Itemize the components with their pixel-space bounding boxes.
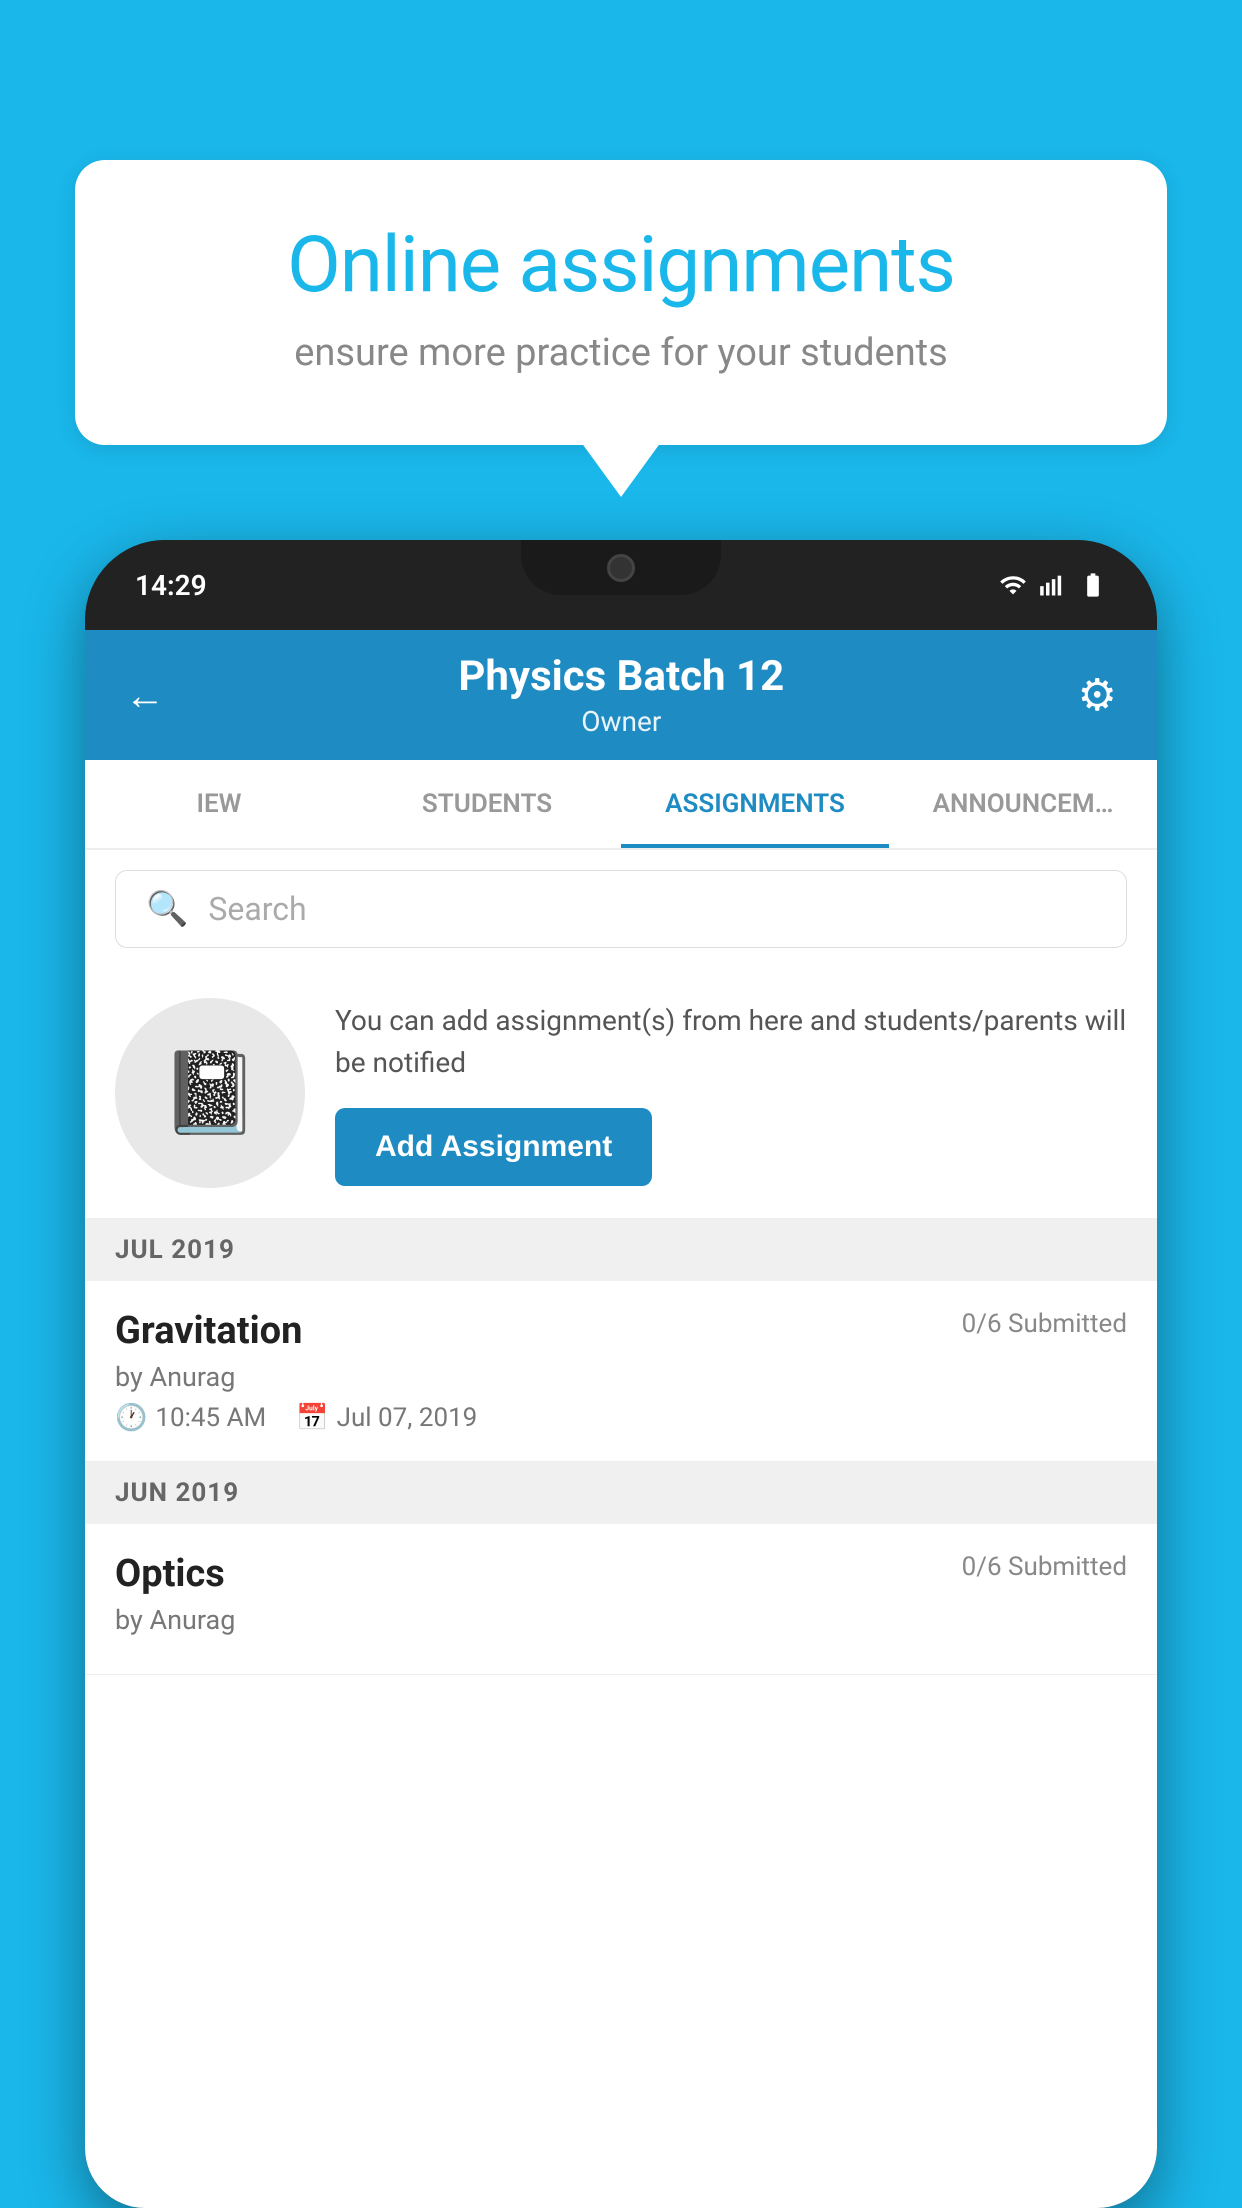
section-header-jul: JUL 2019: [85, 1219, 1157, 1281]
notebook-icon: 📓: [160, 1046, 260, 1140]
notch: [521, 540, 721, 595]
search-bar[interactable]: 🔍 Search: [115, 870, 1127, 948]
assignment-author-gravitation: by Anurag: [115, 1361, 1127, 1393]
assignment-meta-gravitation: 🕐 10:45 AM 📅 Jul 07, 2019: [115, 1403, 1127, 1433]
assignment-author-optics: by Anurag: [115, 1604, 1127, 1636]
tab-assignments[interactable]: ASSIGNMENTS: [621, 760, 889, 848]
header-subtitle: Owner: [165, 705, 1078, 738]
assignment-submitted-optics: 0/6 Submitted: [962, 1552, 1127, 1582]
bubble-subtitle: ensure more practice for your students: [145, 331, 1097, 375]
tabs: IEW STUDENTS ASSIGNMENTS ANNOUNCEM…: [85, 760, 1157, 850]
status-icons: [999, 571, 1107, 599]
add-assignment-button[interactable]: Add Assignment: [335, 1108, 652, 1186]
header-title: Physics Batch 12: [165, 652, 1078, 701]
assignment-item-gravitation[interactable]: Gravitation 0/6 Submitted by Anurag 🕐 10…: [85, 1281, 1157, 1462]
section-header-jun: JUN 2019: [85, 1462, 1157, 1524]
phone-frame: 14:29 ← Physics Batch 12 Owner ⚙ IEW: [85, 540, 1157, 2208]
promo-section: 📓 You can add assignment(s) from here an…: [85, 968, 1157, 1219]
assignment-time-gravitation: 10:45 AM: [155, 1403, 266, 1433]
search-input[interactable]: Search: [208, 890, 306, 928]
header-title-block: Physics Batch 12 Owner: [165, 652, 1078, 738]
assignment-top-optics: Optics 0/6 Submitted: [115, 1552, 1127, 1596]
app-header: ← Physics Batch 12 Owner ⚙: [85, 630, 1157, 760]
back-button[interactable]: ←: [125, 672, 165, 719]
promo-description: You can add assignment(s) from here and …: [335, 1000, 1127, 1084]
assignment-item-optics[interactable]: Optics 0/6 Submitted by Anurag: [85, 1524, 1157, 1675]
tab-announcements[interactable]: ANNOUNCEM…: [889, 760, 1157, 848]
battery-icon: [1079, 571, 1107, 599]
signal-icon: [1039, 571, 1067, 599]
promo-icon-circle: 📓: [115, 998, 305, 1188]
gear-icon[interactable]: ⚙: [1078, 669, 1117, 721]
meta-date-gravitation: 📅 Jul 07, 2019: [296, 1403, 477, 1433]
meta-time-gravitation: 🕐 10:45 AM: [115, 1403, 266, 1433]
speech-bubble-container: Online assignments ensure more practice …: [75, 160, 1167, 445]
clock-icon: 🕐: [115, 1403, 147, 1433]
wifi-icon: [999, 571, 1027, 599]
assignment-title-optics: Optics: [115, 1552, 225, 1596]
search-container: 🔍 Search: [85, 850, 1157, 968]
assignment-top: Gravitation 0/6 Submitted: [115, 1309, 1127, 1353]
tab-iew[interactable]: IEW: [85, 760, 353, 848]
assignment-title-gravitation: Gravitation: [115, 1309, 302, 1353]
app-content: ← Physics Batch 12 Owner ⚙ IEW STUDENTS …: [85, 630, 1157, 2208]
tab-students[interactable]: STUDENTS: [353, 760, 621, 848]
promo-text-block: You can add assignment(s) from here and …: [335, 1000, 1127, 1186]
status-bar: 14:29: [85, 540, 1157, 630]
speech-bubble: Online assignments ensure more practice …: [75, 160, 1167, 445]
camera: [607, 554, 635, 582]
search-icon: 🔍: [146, 889, 188, 929]
status-time: 14:29: [135, 569, 207, 602]
assignment-submitted-gravitation: 0/6 Submitted: [962, 1309, 1127, 1339]
calendar-icon: 📅: [296, 1403, 328, 1433]
assignment-date-gravitation: Jul 07, 2019: [337, 1403, 478, 1433]
bubble-title: Online assignments: [145, 220, 1097, 311]
